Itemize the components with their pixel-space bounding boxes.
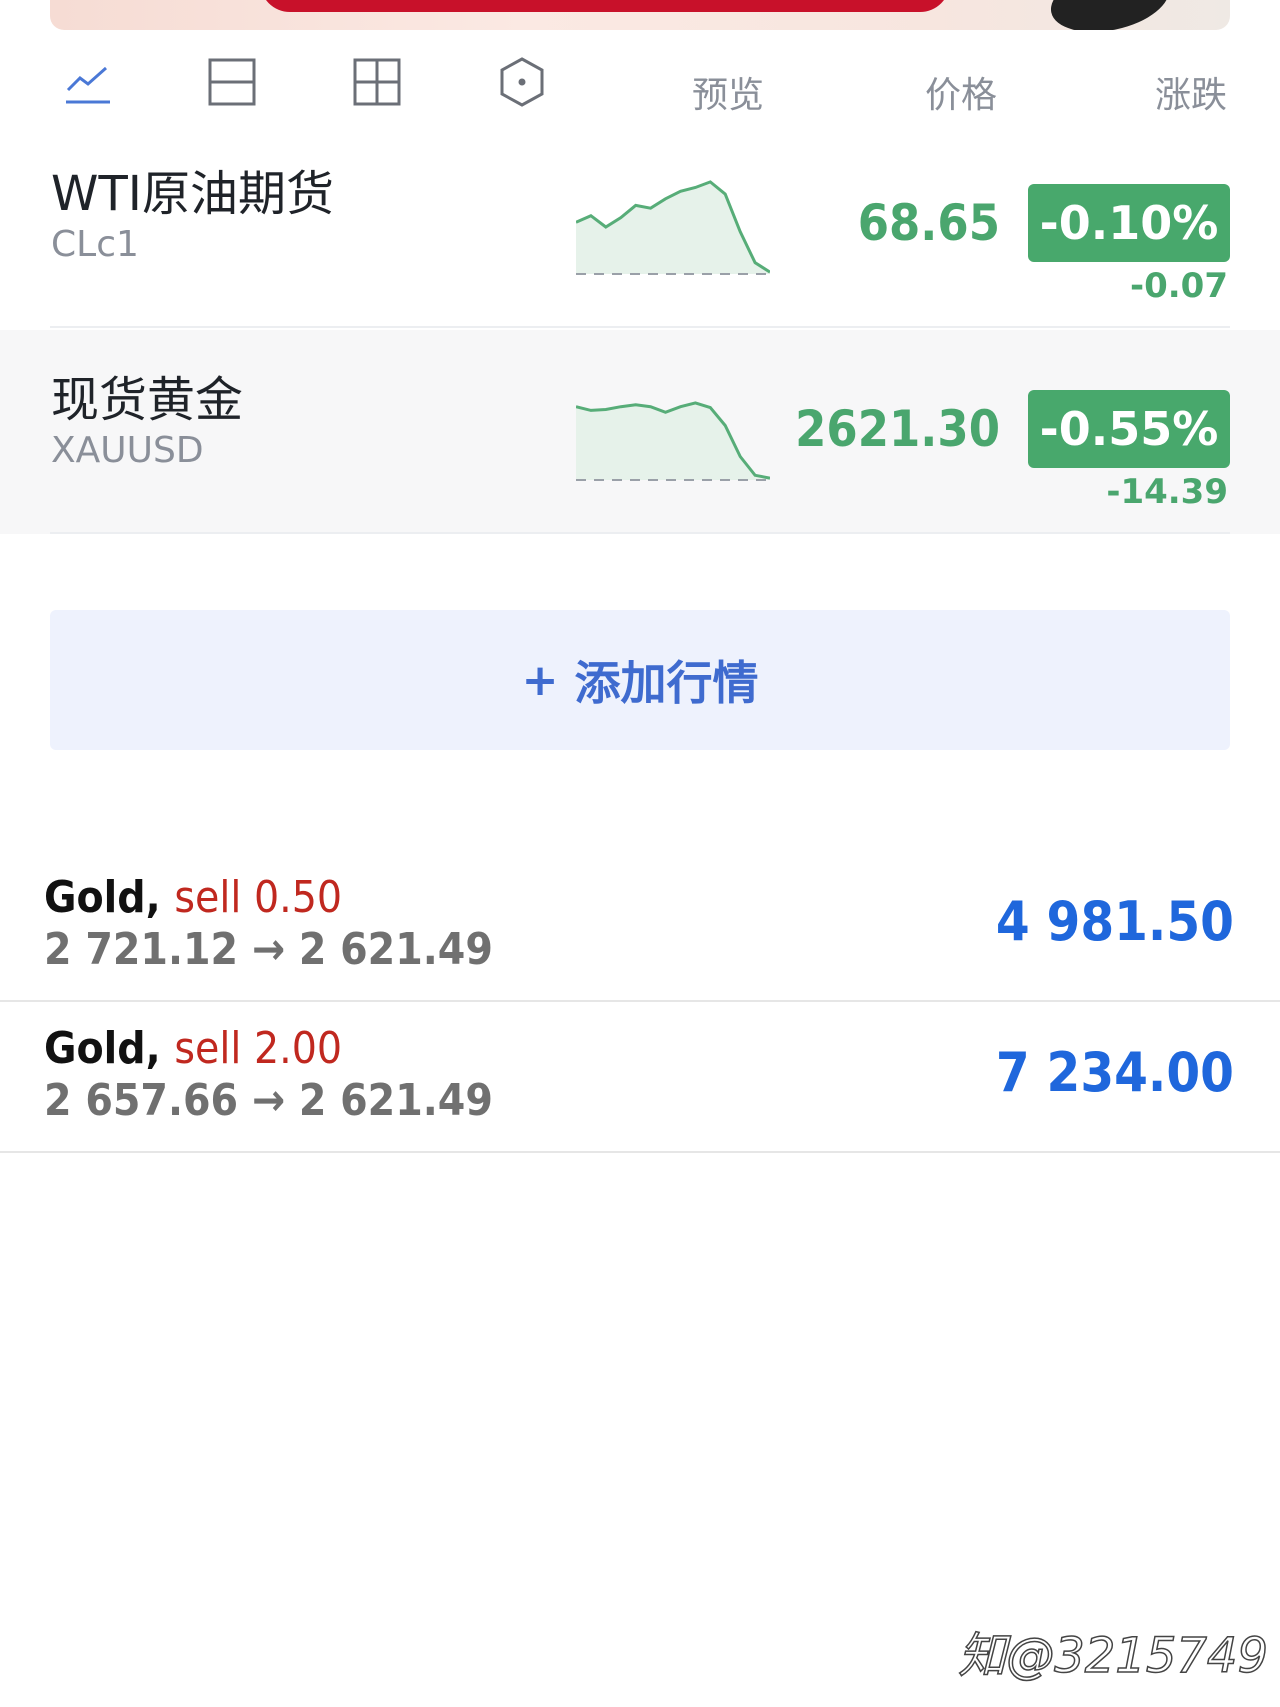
sparkline-chart xyxy=(576,401,770,481)
position-title: Gold, sell 2.00 xyxy=(44,1023,342,1074)
current-price: 2 621.49 xyxy=(298,924,493,975)
row-divider xyxy=(50,532,1230,534)
position-action: sell 2.00 xyxy=(174,1023,343,1074)
position-action: sell 0.50 xyxy=(174,872,343,923)
arrow-icon: → xyxy=(251,1075,286,1126)
position-symbol: Gold, xyxy=(44,872,161,923)
position-row[interactable]: Gold, sell 2.00 2 657.66 → 2 621.49 7 23… xyxy=(0,1001,1280,1153)
banner-image xyxy=(1045,0,1175,30)
current-price: 2 621.49 xyxy=(298,1075,493,1126)
position-profit: 4 981.50 xyxy=(995,890,1234,953)
quote-name: 现货黄金 xyxy=(51,372,244,428)
banner-red-button[interactable] xyxy=(260,0,950,12)
row-divider xyxy=(50,326,1230,328)
quote-code: XAUUSD xyxy=(51,430,204,471)
quote-row[interactable]: WTI原油期货 CLc1 68.65 -0.10% -0.07 xyxy=(0,124,1280,328)
position-symbol: Gold, xyxy=(44,1023,161,1074)
quote-price: 68.65 xyxy=(857,194,1000,252)
open-price: 2 657.66 xyxy=(44,1075,239,1126)
position-prices: 2 721.12 → 2 621.49 xyxy=(44,924,493,975)
quote-price: 2621.30 xyxy=(795,400,1000,458)
position-profit: 7 234.00 xyxy=(995,1041,1234,1104)
hexagon-icon[interactable] xyxy=(494,54,550,110)
line-chart-icon[interactable] xyxy=(60,54,116,110)
watermark: 知@3215749 xyxy=(957,1627,1268,1685)
column-header-preview[interactable]: 预览 xyxy=(692,66,764,118)
sparkline-chart xyxy=(576,180,770,275)
open-price: 2 721.12 xyxy=(44,924,239,975)
quote-code: CLc1 xyxy=(51,224,139,265)
percent-change-badge[interactable]: -0.10% xyxy=(1028,184,1230,262)
column-header-change[interactable]: 涨跌 xyxy=(1155,66,1227,118)
quote-name: WTI原油期货 xyxy=(51,166,334,222)
add-quote-button[interactable]: + 添加行情 xyxy=(50,610,1230,750)
absolute-change: -0.07 xyxy=(1130,266,1228,306)
percent-change-badge[interactable]: -0.55% xyxy=(1028,390,1230,468)
split-rows-icon[interactable] xyxy=(204,54,260,110)
position-row[interactable]: Gold, sell 0.50 2 721.12 → 2 621.49 4 98… xyxy=(0,850,1280,1002)
promo-banner[interactable] xyxy=(50,0,1230,30)
position-prices: 2 657.66 → 2 621.49 xyxy=(44,1075,493,1126)
quote-row[interactable]: 现货黄金 XAUUSD 2621.30 -0.55% -14.39 xyxy=(0,330,1280,534)
column-header-price[interactable]: 价格 xyxy=(925,66,997,118)
position-title: Gold, sell 0.50 xyxy=(44,872,342,923)
sparkline-area xyxy=(576,402,770,480)
arrow-icon: → xyxy=(251,924,286,975)
plus-icon: + xyxy=(521,654,559,706)
add-quote-label: 添加行情 xyxy=(574,656,759,710)
view-toolbar: 预览 价格 涨跌 xyxy=(0,40,1280,120)
grid-icon[interactable] xyxy=(349,54,405,110)
absolute-change: -14.39 xyxy=(1106,472,1228,512)
